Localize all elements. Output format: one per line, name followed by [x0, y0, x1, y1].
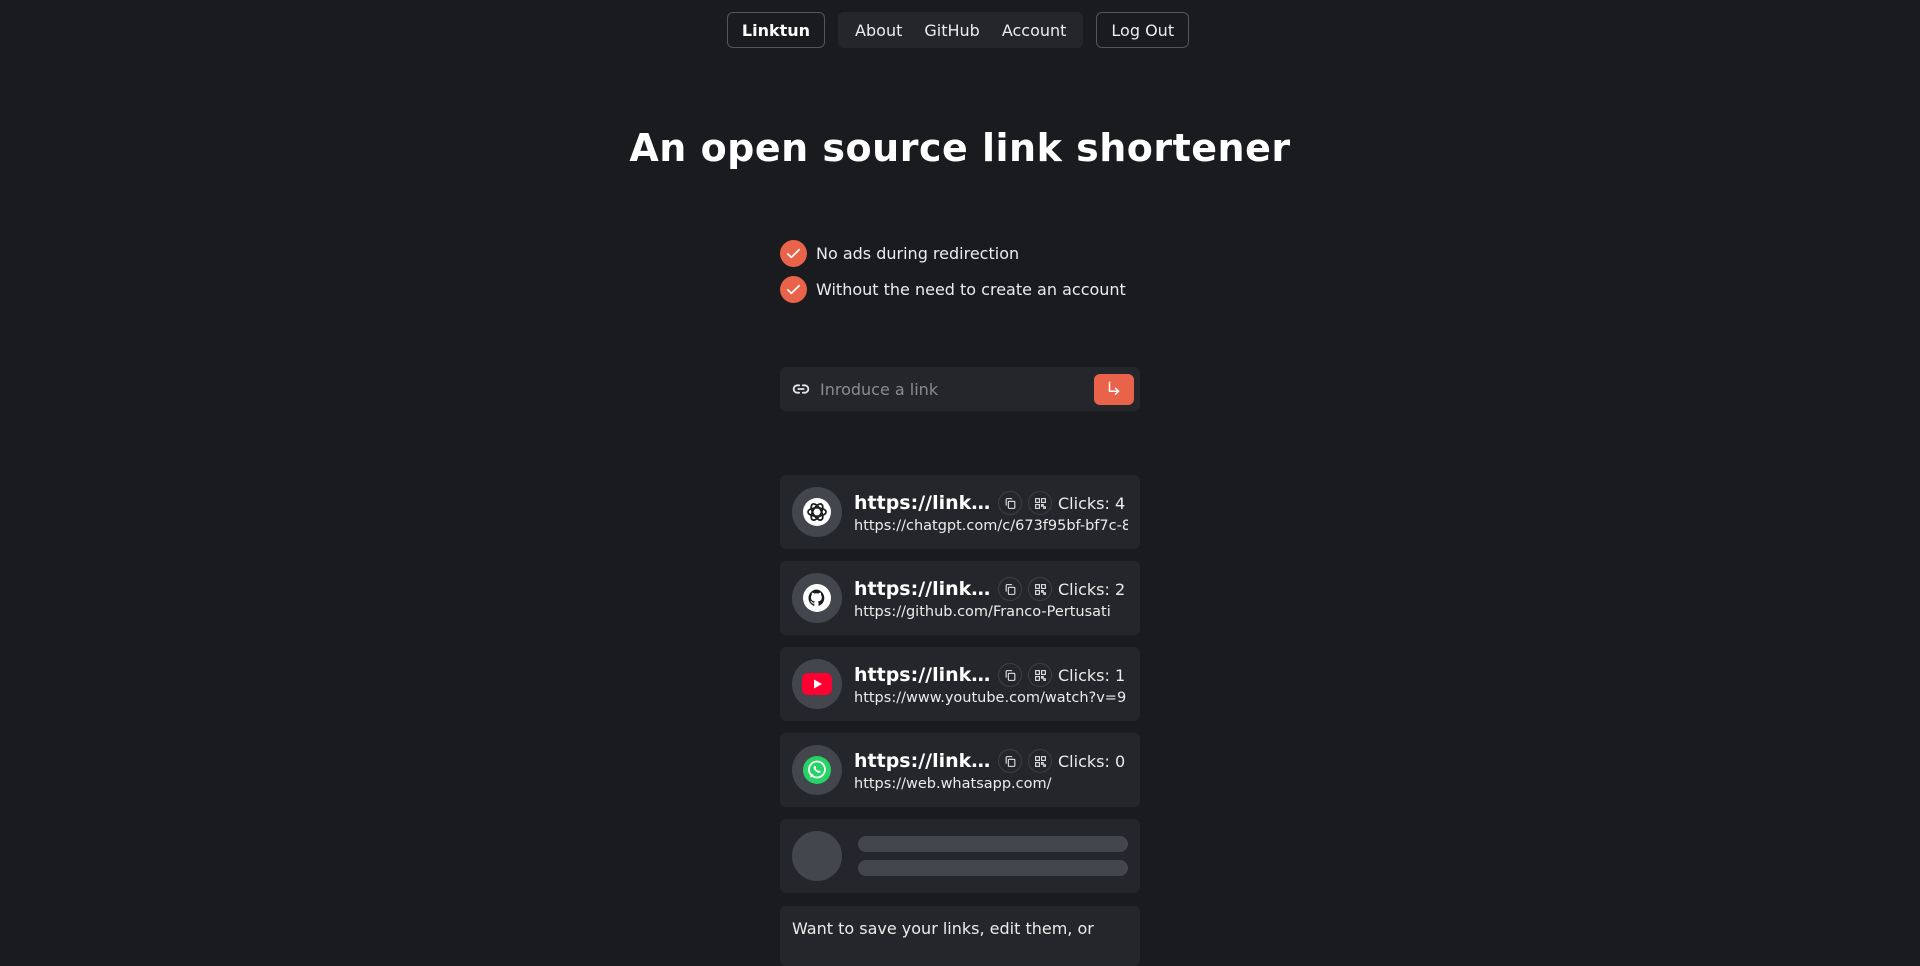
whatsapp-icon	[792, 745, 842, 795]
copy-icon[interactable]	[998, 577, 1022, 601]
original-url: https://web.whatsapp.com/	[854, 776, 1052, 792]
short-link[interactable]: https://link...	[854, 750, 992, 772]
check-icon	[780, 275, 807, 303]
link-card[interactable]: https://link... Clicks: 0 https://web.wh…	[780, 733, 1140, 807]
loading-skeleton-card	[780, 819, 1140, 893]
copy-icon[interactable]	[998, 749, 1022, 773]
nav-links: About GitHub Account	[838, 12, 1084, 48]
qr-code-icon[interactable]	[1028, 491, 1052, 515]
skeleton-line	[858, 860, 1128, 876]
nav-about[interactable]: About	[847, 21, 910, 40]
feature-item: Without the need to create an account	[780, 275, 1126, 303]
youtube-icon	[792, 659, 842, 709]
nav-github[interactable]: GitHub	[916, 21, 987, 40]
brand-logo[interactable]: Linktun	[726, 12, 826, 48]
short-link[interactable]: https://link...	[854, 664, 992, 686]
top-nav: Linktun About GitHub Account Log Out	[0, 12, 1920, 48]
chatgpt-icon	[792, 487, 842, 537]
check-icon	[780, 239, 807, 267]
link-card[interactable]: https://link... Clicks: 1 https://www.yo…	[780, 647, 1140, 721]
github-icon	[792, 573, 842, 623]
qr-code-icon[interactable]	[1028, 577, 1052, 601]
link-list: https://link... Clicks: 4 https://chatgp…	[780, 475, 1140, 905]
link-input[interactable]	[820, 379, 1094, 399]
click-count: Clicks: 1	[1058, 665, 1126, 685]
skeleton-avatar	[792, 831, 842, 881]
nav-account[interactable]: Account	[994, 21, 1075, 40]
link-form	[780, 367, 1140, 411]
page-title: An open source link shortener	[629, 126, 1291, 170]
feature-list: No ads during redirection Without the ne…	[780, 239, 1126, 311]
link-icon	[790, 377, 814, 401]
short-link[interactable]: https://link...	[854, 492, 992, 514]
skeleton-line	[858, 836, 1128, 852]
click-count: Clicks: 0	[1058, 751, 1126, 771]
enter-arrow-icon	[1108, 381, 1120, 395]
short-link[interactable]: https://link...	[854, 578, 992, 600]
shorten-button[interactable]	[1094, 373, 1134, 405]
original-url: https://github.com/Franco-Pertusati	[854, 604, 1111, 620]
feature-item: No ads during redirection	[780, 239, 1126, 267]
feature-text: Without the need to create an account	[816, 279, 1126, 299]
logout-button[interactable]: Log Out	[1096, 12, 1190, 48]
click-count: Clicks: 2	[1058, 579, 1126, 599]
original-url: https://chatgpt.com/c/673f95bf-bf7c-8	[854, 518, 1128, 534]
signup-prompt: Want to save your links, edit them, or	[780, 906, 1140, 966]
original-url: https://www.youtube.com/watch?v=9	[854, 690, 1127, 706]
copy-icon[interactable]	[998, 491, 1022, 515]
copy-icon[interactable]	[998, 663, 1022, 687]
feature-text: No ads during redirection	[816, 243, 1020, 263]
qr-code-icon[interactable]	[1028, 663, 1052, 687]
link-card[interactable]: https://link... Clicks: 4 https://chatgp…	[780, 475, 1140, 549]
click-count: Clicks: 4	[1058, 493, 1126, 513]
qr-code-icon[interactable]	[1028, 749, 1052, 773]
link-card[interactable]: https://link... Clicks: 2 https://github…	[780, 561, 1140, 635]
